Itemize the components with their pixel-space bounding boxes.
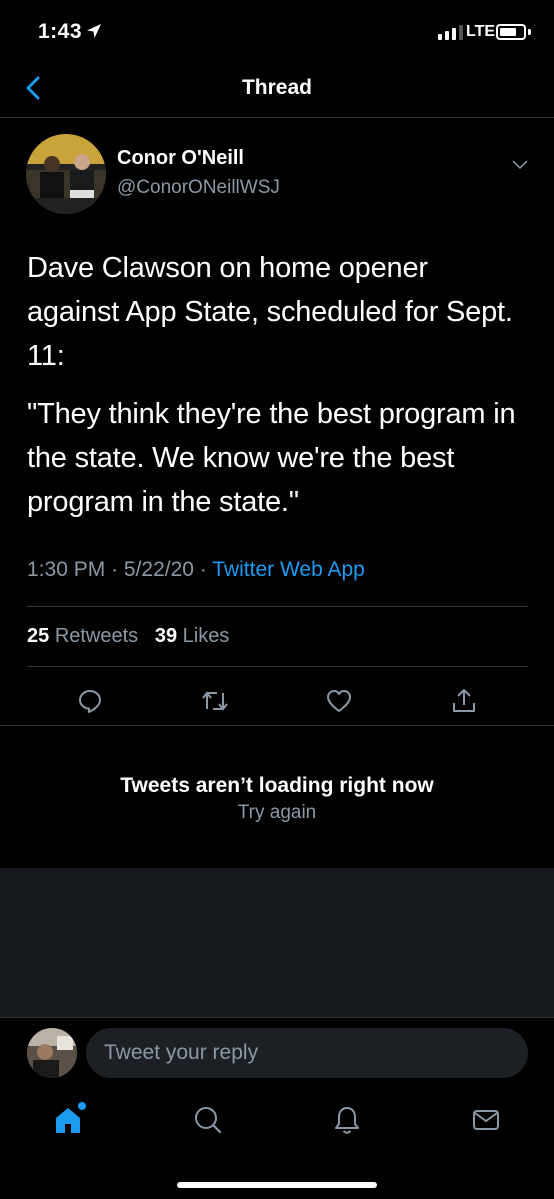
network-type: LTE <box>466 23 496 40</box>
location-arrow-icon <box>87 24 101 38</box>
tab-bar <box>0 1090 554 1199</box>
status-time: 1:43 <box>38 20 83 43</box>
battery-icon <box>496 24 526 40</box>
try-again-button[interactable]: Try again <box>0 802 554 824</box>
retweet-icon <box>202 691 228 711</box>
page-title: Thread <box>241 76 312 99</box>
notifications-icon <box>335 1107 359 1134</box>
meta-separator: · <box>111 558 119 581</box>
tweet-date: 5/22/20 <box>123 558 194 581</box>
retweets-count: 25 <box>27 625 50 647</box>
author-avatar[interactable] <box>26 134 106 214</box>
author-handle[interactable]: @ConorONeillWSJ <box>117 177 280 199</box>
home-indicator <box>177 1182 377 1188</box>
tab-notifications[interactable] <box>327 1100 367 1140</box>
like-button[interactable] <box>321 683 357 719</box>
cellular-signal-icon <box>438 24 463 40</box>
likes-label: Likes <box>182 625 230 647</box>
tweet-time: 1:30 PM <box>27 558 106 581</box>
status-bar: 1:43 LTE <box>0 0 554 60</box>
user-avatar[interactable] <box>27 1028 77 1078</box>
home-notification-dot <box>78 1102 86 1110</box>
share-icon <box>453 688 475 712</box>
tweet-paragraph: "They think they're the best program in … <box>27 398 516 518</box>
battery-tip <box>528 29 531 35</box>
reply-input[interactable] <box>86 1028 528 1078</box>
tab-search[interactable] <box>188 1100 228 1140</box>
tab-messages[interactable] <box>466 1100 506 1140</box>
retweets-stat[interactable]: 25 Retweets <box>27 625 138 647</box>
divider <box>27 606 528 607</box>
error-title: Tweets aren’t loading right now <box>120 774 434 797</box>
avatar-photo <box>26 134 106 214</box>
tweet-stats: 25 Retweets 39 Likes <box>27 625 229 648</box>
likes-stat[interactable]: 39 Likes <box>155 625 230 647</box>
tab-home[interactable] <box>48 1100 88 1140</box>
reply-bar <box>0 1018 554 1090</box>
divider <box>27 666 528 667</box>
reply-button[interactable] <box>72 683 108 719</box>
chevron-down-icon <box>512 160 528 170</box>
like-icon <box>327 690 351 712</box>
nav-header: Thread <box>0 60 554 118</box>
retweets-label: Retweets <box>54 625 139 647</box>
tweet-source-link[interactable]: Twitter Web App <box>212 558 365 581</box>
tweets-error: Tweets aren’t loading right now Try agai… <box>0 726 554 868</box>
messages-icon <box>473 1110 499 1130</box>
likes-count: 39 <box>154 625 178 647</box>
author-name[interactable]: Conor O'Neill <box>117 147 244 170</box>
tweet-paragraph: Dave Clawson on home opener against App … <box>27 252 513 372</box>
tweet: Conor O'Neill @ConorONeillWSJ Dave Claws… <box>0 118 554 726</box>
tweet-options-button[interactable] <box>508 152 532 176</box>
empty-replies-area <box>0 868 554 1018</box>
meta-separator: · <box>199 558 207 581</box>
tweet-text: Dave Clawson on home opener against App … <box>27 246 527 538</box>
reply-icon <box>79 690 101 713</box>
user-avatar-photo <box>27 1028 77 1078</box>
retweet-button[interactable] <box>197 683 233 719</box>
search-icon <box>195 1107 222 1134</box>
tweet-actions <box>0 683 554 719</box>
tweet-meta: 1:30 PM · 5/22/20 · Twitter Web App <box>27 558 365 582</box>
share-button[interactable] <box>446 683 482 719</box>
